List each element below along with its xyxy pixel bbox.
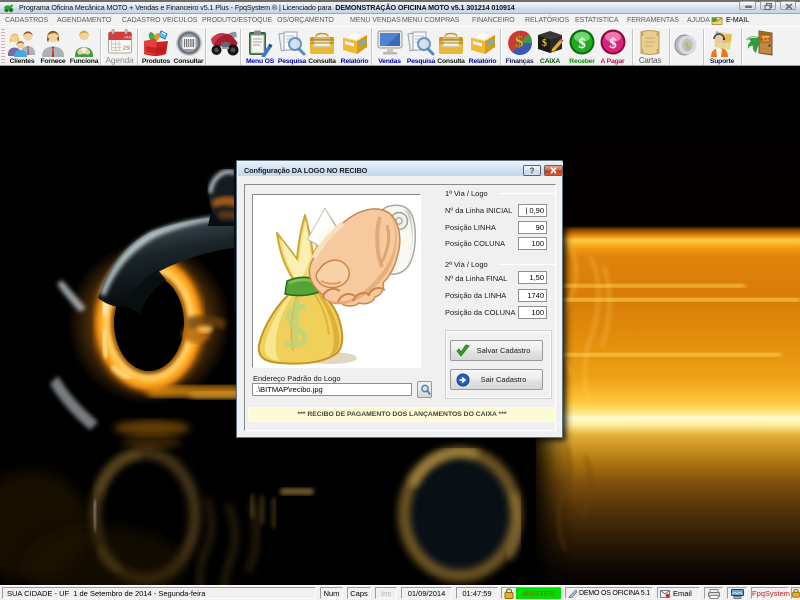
svg-text:$: $ [609, 36, 617, 52]
svg-text:29: 29 [122, 45, 130, 52]
svg-text:$: $ [578, 36, 586, 52]
svg-text:$: $ [685, 39, 691, 53]
svg-text:$: $ [515, 32, 524, 51]
svg-text:EXIT: EXIT [761, 37, 770, 42]
svg-text:$: $ [542, 38, 547, 49]
svg-text:?: ? [530, 167, 535, 176]
svg-text:JAN: JAN [123, 35, 131, 40]
